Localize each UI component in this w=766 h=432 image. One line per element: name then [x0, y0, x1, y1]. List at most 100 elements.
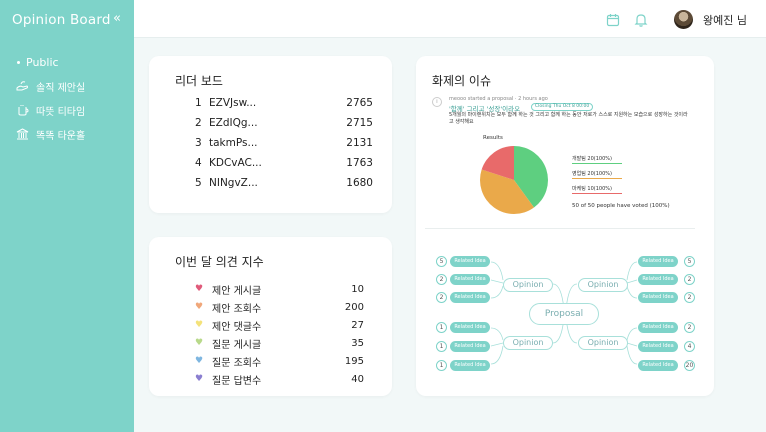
heart-icon: ♥	[195, 319, 204, 330]
index-label: 질문 조회수	[212, 357, 262, 369]
sidebar-item-label: 솔직 제안실	[36, 82, 86, 94]
opinion-index-card: 이번 달 의견 지수 ♥ 제안 게시글 10 ♥ 제안 조회수 200 ♥ 제안…	[149, 237, 392, 396]
heart-icon: ♥	[195, 337, 204, 348]
legend-bar	[572, 163, 622, 164]
index-value: 40	[351, 373, 364, 385]
sidebar-item-townhall[interactable]: 똑똑 타운홀	[0, 122, 134, 146]
top-header: 왕예진 님	[134, 0, 766, 38]
index-row: ♥ 질문 조회수 195	[195, 352, 365, 370]
count-badge: 1	[436, 341, 447, 352]
related-idea-pill[interactable]: Related Idea	[638, 341, 678, 352]
results-label: Results	[483, 135, 503, 141]
hot-issue-title: 화제의 이슈	[432, 74, 492, 88]
score: 2715	[346, 117, 373, 129]
rank: 1	[195, 97, 202, 109]
user-name: EZVJsw...	[209, 97, 257, 109]
brand-title[interactable]: Opinion Board	[12, 12, 111, 28]
closing-tag: Closing Thu Oct 8 00:00	[531, 103, 594, 111]
related-idea-pill[interactable]: Related Idea	[450, 292, 490, 303]
user-name: takmPs...	[209, 137, 258, 149]
index-label: 제안 게시글	[212, 285, 262, 297]
leaderboard-title: 리더 보드	[175, 74, 223, 88]
count-badge: 2	[684, 322, 695, 333]
score: 2765	[346, 97, 373, 109]
heart-icon: ♥	[195, 355, 204, 366]
leaderboard-row[interactable]: 4 KDCvAC... 1763	[195, 157, 395, 175]
sidebar-item-label: 따뜻 티타임	[36, 106, 86, 118]
related-idea-pill[interactable]: Related Idea	[450, 322, 490, 333]
heart-icon: ♥	[195, 373, 204, 384]
user-name: KDCvAC...	[209, 157, 262, 169]
sidebar: Opinion Board « Public 솔직 제안실 따뜻 티타임 똑똑 …	[0, 0, 134, 432]
related-idea-pill[interactable]: Related Idea	[450, 256, 490, 267]
user-name: EZdIQg...	[209, 117, 258, 129]
bell-icon[interactable]	[634, 12, 648, 27]
count-badge: 2	[684, 274, 695, 285]
double-chevron-left-icon[interactable]: «	[113, 11, 121, 26]
related-idea-pill[interactable]: Related Idea	[450, 360, 490, 371]
related-idea-pill[interactable]: Related Idea	[450, 274, 490, 285]
legend-option: 개발팀 20(100%)	[572, 156, 612, 162]
user-name: NINgvZ...	[209, 177, 258, 189]
score: 1763	[346, 157, 373, 169]
leaderboard-row[interactable]: 5 NINgvZ... 1680	[195, 177, 395, 195]
index-row: ♥ 질문 게시글 35	[195, 334, 365, 352]
proposal-body: 5개월의 마이랜위치는 모두 함께 하는 것 그리고 함께 하는 동안 저로가 …	[449, 112, 688, 125]
calendar-icon[interactable]	[606, 12, 620, 27]
rank: 2	[195, 117, 202, 129]
related-idea-pill[interactable]: Related Idea	[638, 292, 678, 303]
rank: 5	[195, 177, 202, 189]
user-name[interactable]: 왕예진 님	[703, 12, 747, 28]
related-idea-pill[interactable]: Related Idea	[450, 341, 490, 352]
count-badge: 2	[684, 292, 695, 303]
sidebar-item-suggestion[interactable]: 솔직 제안실	[0, 74, 134, 98]
leaderboard-row[interactable]: 3 takmPs... 2131	[195, 137, 395, 155]
opinion-node[interactable]: Opinion	[578, 336, 628, 350]
hands-icon	[16, 80, 29, 92]
related-idea-pill[interactable]: Related Idea	[638, 274, 678, 285]
sidebar-nav: Public 솔직 제안실 따뜻 티타임 똑똑 타운홀	[0, 50, 134, 146]
leaderboard-row[interactable]: 1 EZVJsw... 2765	[195, 97, 395, 115]
related-idea-pill[interactable]: Related Idea	[638, 322, 678, 333]
index-label: 제안 댓글수	[212, 321, 262, 333]
results-pie-chart	[480, 146, 548, 214]
legend-bar	[572, 178, 622, 179]
index-label: 질문 게시글	[212, 339, 262, 351]
related-idea-pill[interactable]: Related Idea	[638, 360, 678, 371]
count-badge: 1	[436, 322, 447, 333]
proposal-node[interactable]: Proposal	[529, 303, 599, 325]
score: 1680	[346, 177, 373, 189]
dot-icon	[17, 60, 20, 64]
leaderboard-row[interactable]: 2 EZdIQg... 2715	[195, 117, 395, 135]
index-row: ♥ 제안 조회수 200	[195, 298, 365, 316]
divider	[425, 228, 695, 229]
tea-cup-icon	[16, 104, 29, 116]
index-value: 10	[351, 283, 364, 295]
opinion-node[interactable]: Opinion	[503, 336, 553, 350]
sidebar-item-public[interactable]: Public	[0, 50, 134, 74]
count-badge: 2	[436, 292, 447, 303]
legend-option: 마케팅 10(100%)	[572, 186, 612, 192]
vote-summary: 50 of 50 people have voted (100%)	[572, 203, 670, 209]
avatar[interactable]	[674, 10, 693, 29]
opinion-node[interactable]: Opinion	[578, 278, 628, 292]
score: 2131	[346, 137, 373, 149]
legend-bar	[572, 193, 622, 194]
index-value: 35	[351, 337, 364, 349]
opinion-node[interactable]: Opinion	[503, 278, 553, 292]
sidebar-item-label: 똑똑 타운홀	[36, 130, 86, 142]
avatar[interactable]: i	[432, 97, 442, 107]
count-badge: 20	[684, 360, 695, 371]
town-hall-icon	[16, 128, 29, 140]
related-idea-pill[interactable]: Related Idea	[638, 256, 678, 267]
index-value: 195	[344, 355, 364, 367]
index-row: ♥ 제안 게시글 10	[195, 280, 365, 298]
count-badge: 2	[436, 274, 447, 285]
rank: 3	[195, 137, 202, 149]
index-label: 질문 답변수	[212, 375, 262, 387]
count-badge: 5	[684, 256, 695, 267]
index-row: ♥ 질문 답변수 40	[195, 370, 365, 388]
heart-icon: ♥	[195, 283, 204, 294]
sidebar-item-teatime[interactable]: 따뜻 티타임	[0, 98, 134, 122]
sidebar-item-label: Public	[26, 55, 59, 69]
